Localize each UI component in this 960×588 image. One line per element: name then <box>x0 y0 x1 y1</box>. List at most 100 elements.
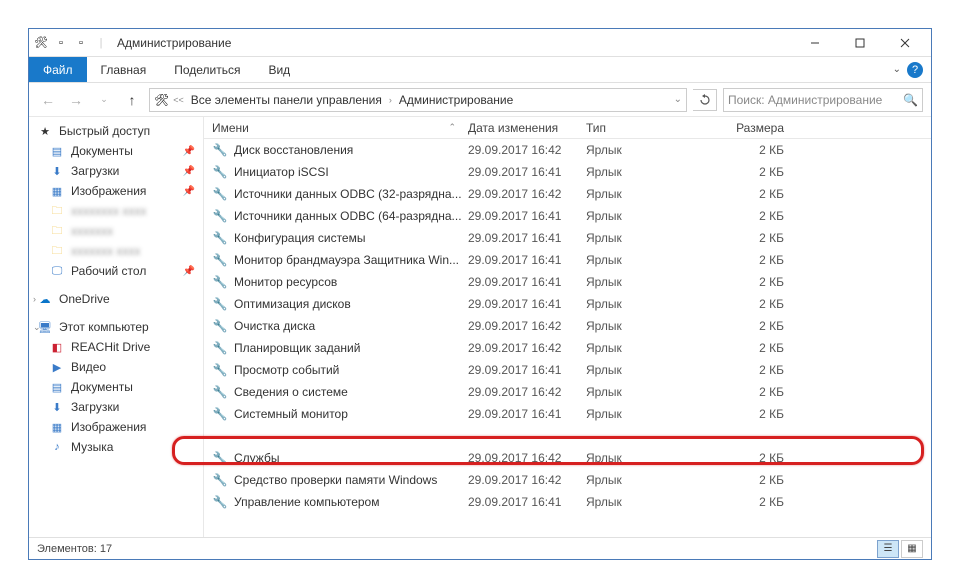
nav-pictures[interactable]: ▦Изображения📌 <box>29 181 203 201</box>
nav-folder-1[interactable]: 🗀xxxxxxxx xxxx <box>29 201 203 221</box>
nav-downloads[interactable]: ⬇Загрузки📌 <box>29 161 203 181</box>
maximize-button[interactable] <box>837 30 882 56</box>
video-icon: ▶ <box>49 359 65 375</box>
chevron-icon[interactable]: › <box>389 95 392 105</box>
file-row[interactable]: 🔧Монитор ресурсов29.09.2017 16:41Ярлык2 … <box>204 271 931 293</box>
qat-props-icon[interactable]: ▫ <box>53 35 69 51</box>
address-bar[interactable]: 🛠 << Все элементы панели управления › Ад… <box>149 88 687 112</box>
address-dropdown-icon[interactable]: ⌄ <box>674 94 682 105</box>
file-name: Сведения о системе <box>234 385 348 399</box>
file-row[interactable]: 🔧 Сведения о системе 29.09.2017 16:42Ярлык… <box>204 381 931 403</box>
folder-icon: 🗀 <box>49 223 65 239</box>
view-details-button[interactable]: ☰ <box>877 540 899 558</box>
col-date[interactable]: Дата изменения <box>468 121 586 135</box>
file-name: Просмотр событий <box>234 363 339 377</box>
nav-pictures-2[interactable]: ▦Изображения <box>29 417 203 437</box>
shortcut-icon: 🔧 <box>212 208 228 224</box>
refresh-button[interactable] <box>693 89 717 111</box>
qat-newfolder-icon[interactable]: ▫ <box>73 35 89 51</box>
nav-pane: ★Быстрый доступ ▤Документы📌 ⬇Загрузки📌 ▦… <box>29 117 204 537</box>
file-row[interactable]: 🔧Инициатор iSCSI29.09.2017 16:41Ярлык2 К… <box>204 161 931 183</box>
shortcut-icon: 🔧 <box>212 164 228 180</box>
file-row[interactable]: 🔧Системный монитор29.09.2017 16:41Ярлык2… <box>204 403 931 425</box>
search-input[interactable]: Поиск: Администрирование 🔍 <box>723 88 923 112</box>
nav-this-pc[interactable]: ⌄🖥Этот компьютер <box>29 317 203 337</box>
file-size: 2 КБ <box>704 363 784 377</box>
nav-music[interactable]: ♪Музыка <box>29 437 203 457</box>
file-row[interactable]: 🔧Планировщик заданий29.09.2017 16:42Ярлы… <box>204 337 931 359</box>
file-row[interactable]: 🔧Оптимизация дисков29.09.2017 16:41Ярлык… <box>204 293 931 315</box>
file-name: Средство проверки памяти Windows <box>234 473 437 487</box>
nav-desktop[interactable]: 🖵Рабочий стол📌 <box>29 261 203 281</box>
folder-icon: 🗀 <box>49 243 65 259</box>
minimize-button[interactable] <box>792 30 837 56</box>
file-size: 2 КБ <box>704 297 784 311</box>
close-button[interactable] <box>882 30 927 56</box>
doc-icon: ▤ <box>49 143 65 159</box>
download-icon: ⬇ <box>49 399 65 415</box>
file-row[interactable]: 🔧Диск восстановления29.09.2017 16:42Ярлы… <box>204 139 931 161</box>
col-name[interactable]: Имени⌃ <box>212 121 468 135</box>
file-date: 29.09.2017 16:42 <box>468 187 586 201</box>
shortcut-icon: 🔧 <box>212 340 228 356</box>
up-button[interactable]: ↑ <box>121 89 143 111</box>
file-type: Ярлык <box>586 473 704 487</box>
file-row[interactable]: 🔧Конфигурация системы29.09.2017 16:41Ярл… <box>204 227 931 249</box>
file-row[interactable]: 🔧Очистка диска29.09.2017 16:42Ярлык2 КБ <box>204 315 931 337</box>
file-date: 29.09.2017 16:41 <box>468 363 586 377</box>
nav-reachit[interactable]: ◧REACHit Drive <box>29 337 203 357</box>
file-row[interactable]: 🔧Службы29.09.2017 16:42Ярлык2 КБ <box>204 447 931 469</box>
file-type: Ярлык <box>586 385 704 399</box>
nav-folder-2[interactable]: 🗀xxxxxxx <box>29 221 203 241</box>
file-size: 2 КБ <box>704 231 784 245</box>
breadcrumb-2[interactable]: Администрирование <box>396 93 516 107</box>
breadcrumb-1[interactable]: Все элементы панели управления <box>188 93 385 107</box>
file-date: 29.09.2017 16:42 <box>468 385 586 399</box>
shortcut-icon: 🔧 <box>212 230 228 246</box>
search-icon[interactable]: 🔍 <box>903 93 918 107</box>
file-date: 29.09.2017 16:42 <box>468 473 586 487</box>
shortcut-icon: 🔧 <box>212 274 228 290</box>
shortcut-icon: 🔧 <box>212 186 228 202</box>
nav-downloads-2[interactable]: ⬇Загрузки <box>29 397 203 417</box>
file-row[interactable]: 🔧Монитор брандмауэра Защитника Win...29.… <box>204 249 931 271</box>
file-row[interactable]: 🔧Средство проверки памяти Windows29.09.2… <box>204 469 931 491</box>
file-name: Инициатор iSCSI <box>234 165 329 179</box>
caret-icon[interactable]: ⌄ <box>33 322 41 333</box>
nav-documents[interactable]: ▤Документы📌 <box>29 141 203 161</box>
file-date: 29.09.2017 16:42 <box>468 451 586 465</box>
window-title: Администрирование <box>117 36 231 50</box>
file-type: Ярлык <box>586 143 704 157</box>
file-type: Ярлык <box>586 253 704 267</box>
help-icon[interactable]: ? <box>907 62 923 78</box>
col-size[interactable]: Размера <box>704 121 784 135</box>
onedrive-icon: ☁ <box>37 291 53 307</box>
file-row[interactable]: 🔧Управление компьютером29.09.2017 16:41Я… <box>204 491 931 513</box>
file-row[interactable]: 🔧Просмотр событий29.09.2017 16:41Ярлык2 … <box>204 359 931 381</box>
nav-folder-3[interactable]: 🗀xxxxxxx xxxx <box>29 241 203 261</box>
nav-quick-access[interactable]: ★Быстрый доступ <box>29 121 203 141</box>
view-icons-button[interactable]: ▦ <box>901 540 923 558</box>
search-placeholder: Поиск: Администрирование <box>728 93 882 107</box>
nav-onedrive[interactable]: ›☁OneDrive <box>29 289 203 309</box>
nav-video[interactable]: ▶Видео <box>29 357 203 377</box>
file-row[interactable]: 🔧Источники данных ODBC (64-разрядна...29… <box>204 205 931 227</box>
col-type[interactable]: Тип <box>586 121 704 135</box>
caret-icon[interactable]: › <box>33 294 36 304</box>
doc-icon: ▤ <box>49 379 65 395</box>
column-headers: Имени⌃ Дата изменения Тип Размера <box>204 117 931 139</box>
tab-share[interactable]: Поделиться <box>160 57 254 82</box>
history-dropdown[interactable]: ⌄ <box>93 89 115 111</box>
back-button[interactable]: ← <box>37 89 59 111</box>
file-row[interactable]: 🔧Источники данных ODBC (32-разрядна...29… <box>204 183 931 205</box>
forward-button[interactable]: → <box>65 89 87 111</box>
tab-file[interactable]: Файл <box>29 57 87 82</box>
tab-home[interactable]: Главная <box>87 57 161 82</box>
shortcut-icon: 🔧 <box>212 384 228 400</box>
ribbon-expand-icon[interactable]: ⌄ <box>893 64 901 75</box>
nav-documents-2[interactable]: ▤Документы <box>29 377 203 397</box>
folder-icon: 🗀 <box>49 203 65 219</box>
file-size: 2 КБ <box>704 451 784 465</box>
tab-view[interactable]: Вид <box>254 57 304 82</box>
file-type: Ярлык <box>586 165 704 179</box>
